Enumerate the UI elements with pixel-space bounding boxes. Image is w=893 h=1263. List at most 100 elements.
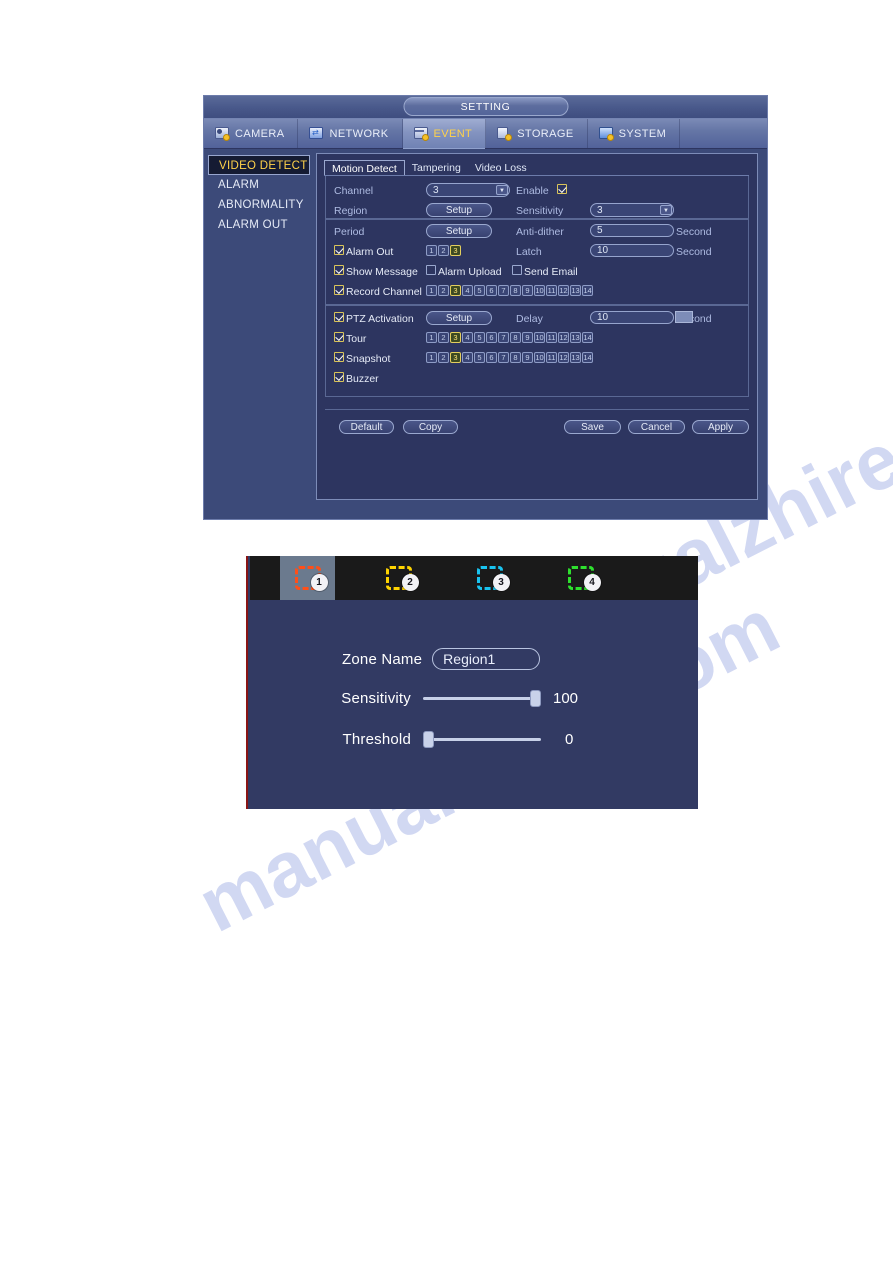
channel-chip[interactable]: 11 — [546, 332, 557, 343]
channel-value: 3 — [433, 184, 439, 196]
default-button[interactable]: Default — [339, 420, 394, 434]
channel-chip[interactable]: 13 — [570, 285, 581, 296]
channel-chip[interactable]: 9 — [522, 285, 533, 296]
channel-chip[interactable]: 4 — [462, 352, 473, 363]
tab-camera[interactable]: CAMERA — [204, 119, 299, 148]
channel-chip[interactable]: 11 — [546, 352, 557, 363]
period-setup-button[interactable]: Setup — [426, 224, 492, 238]
channel-chip[interactable]: 6 — [486, 332, 497, 343]
channel-chip[interactable]: 9 — [522, 332, 533, 343]
channel-chip[interactable]: 5 — [474, 352, 485, 363]
sidebar-item-abnormality[interactable]: ABNORMALITY — [208, 195, 318, 215]
delay-input[interactable]: 10 — [590, 311, 674, 324]
sensitivity-slider[interactable] — [423, 689, 541, 707]
chevron-down-icon[interactable]: ▼ — [660, 205, 672, 215]
cancel-button[interactable]: Cancel — [628, 420, 685, 434]
chevron-down-icon[interactable]: ▼ — [496, 185, 508, 195]
apply-button[interactable]: Apply — [692, 420, 749, 434]
subtab-tampering[interactable]: Tampering — [405, 160, 468, 176]
event-icon — [413, 127, 429, 141]
channel-chip[interactable]: 14 — [582, 352, 593, 363]
channel-chip[interactable]: 7 — [498, 332, 509, 343]
channel-chip[interactable]: 11 — [546, 285, 557, 296]
record-channel-checkbox[interactable] — [334, 285, 344, 295]
channel-chip[interactable]: 1 — [426, 332, 437, 343]
region-setup-button[interactable]: Setup — [426, 203, 492, 217]
channel-chip[interactable]: 2 — [438, 245, 449, 256]
channel-chip[interactable]: 1 — [426, 285, 437, 296]
channel-chip[interactable]: 6 — [486, 285, 497, 296]
channel-chip[interactable]: 7 — [498, 352, 509, 363]
sidebar-item-alarm[interactable]: ALARM — [208, 175, 318, 195]
channel-chip[interactable]: 8 — [510, 352, 521, 363]
channel-chip[interactable]: 12 — [558, 285, 569, 296]
sensitivity-select[interactable]: 3 ▼ — [590, 203, 674, 217]
alarm-upload-checkbox[interactable] — [426, 265, 436, 275]
channel-chip[interactable]: 14 — [582, 332, 593, 343]
latch-unit: Second — [676, 246, 712, 258]
channel-chip[interactable]: 1 — [426, 352, 437, 363]
channel-chip[interactable]: 13 — [570, 352, 581, 363]
tour-checkbox[interactable] — [334, 332, 344, 342]
channel-chip[interactable]: 10 — [534, 352, 545, 363]
channel-chip[interactable]: 6 — [486, 352, 497, 363]
channel-chip[interactable]: 4 — [462, 285, 473, 296]
alarm-out-checkbox[interactable] — [334, 245, 344, 255]
snapshot-checkbox[interactable] — [334, 352, 344, 362]
tab-event[interactable]: EVENT — [402, 119, 487, 149]
channel-chip[interactable]: 12 — [558, 332, 569, 343]
tab-system[interactable]: SYSTEM — [588, 119, 681, 148]
slider-knob[interactable] — [423, 730, 434, 748]
channel-chip[interactable]: 8 — [510, 285, 521, 296]
send-email-checkbox[interactable] — [512, 265, 522, 275]
channel-chip[interactable]: 7 — [498, 285, 509, 296]
buzzer-checkbox[interactable] — [334, 372, 344, 382]
subtab-label: Video Loss — [474, 162, 527, 174]
sidebar-item-video-detect[interactable]: VIDEO DETECT — [208, 155, 310, 175]
channel-chip[interactable]: 10 — [534, 285, 545, 296]
channel-label: Channel — [334, 185, 374, 197]
zone-name-input[interactable]: Region1 — [432, 648, 541, 670]
save-button[interactable]: Save — [564, 420, 621, 434]
content-panel: Motion Detect Tampering Video Loss Chann… — [316, 153, 758, 500]
channel-chip[interactable]: 2 — [438, 285, 449, 296]
sidebar-item-alarm-out[interactable]: ALARM OUT — [208, 215, 318, 235]
subtab-motion-detect[interactable]: Motion Detect — [324, 160, 405, 176]
slider-track — [423, 696, 541, 700]
zone-button-2[interactable]: 2 — [371, 556, 426, 600]
channel-chip[interactable]: 9 — [522, 352, 533, 363]
channel-chip[interactable]: 2 — [438, 332, 449, 343]
channel-chip[interactable]: 3 — [450, 285, 461, 296]
subtab-video-loss[interactable]: Video Loss — [468, 160, 534, 176]
period-setup-label: Setup — [445, 225, 473, 237]
channel-chip[interactable]: 3 — [450, 332, 461, 343]
slider-knob[interactable] — [530, 689, 541, 707]
channel-chip[interactable]: 8 — [510, 332, 521, 343]
enable-checkbox[interactable] — [557, 184, 567, 194]
channel-select[interactable]: 3 ▼ — [426, 183, 510, 197]
threshold-slider[interactable] — [423, 730, 541, 748]
channel-chip[interactable]: 14 — [582, 285, 593, 296]
zone-button-1[interactable]: 1 — [280, 556, 335, 600]
channel-chip[interactable]: 5 — [474, 332, 485, 343]
channel-chip[interactable]: 13 — [570, 332, 581, 343]
tab-storage[interactable]: STORAGE — [486, 119, 588, 148]
ptz-activation-checkbox[interactable] — [334, 312, 344, 322]
channel-chip[interactable]: 4 — [462, 332, 473, 343]
channel-chip[interactable]: 12 — [558, 352, 569, 363]
tab-network[interactable]: ⇄ NETWORK — [298, 119, 403, 148]
channel-chip[interactable]: 2 — [438, 352, 449, 363]
latch-input[interactable]: 10 — [590, 244, 674, 257]
channel-chip[interactable]: 5 — [474, 285, 485, 296]
show-message-checkbox[interactable] — [334, 265, 344, 275]
ptz-setup-button[interactable]: Setup — [426, 311, 492, 325]
channel-chip[interactable]: 3 — [450, 245, 461, 256]
channel-chip[interactable]: 1 — [426, 245, 437, 256]
channel-chip[interactable]: 3 — [450, 352, 461, 363]
zone-setup-dialog: 1 2 3 4 Zone Name Region1 Sensitivity 10… — [246, 556, 698, 809]
copy-button[interactable]: Copy — [403, 420, 458, 434]
zone-button-3[interactable]: 3 — [462, 556, 517, 600]
anti-dither-input[interactable]: 5 — [590, 224, 674, 237]
channel-chip[interactable]: 10 — [534, 332, 545, 343]
zone-button-4[interactable]: 4 — [553, 556, 608, 600]
